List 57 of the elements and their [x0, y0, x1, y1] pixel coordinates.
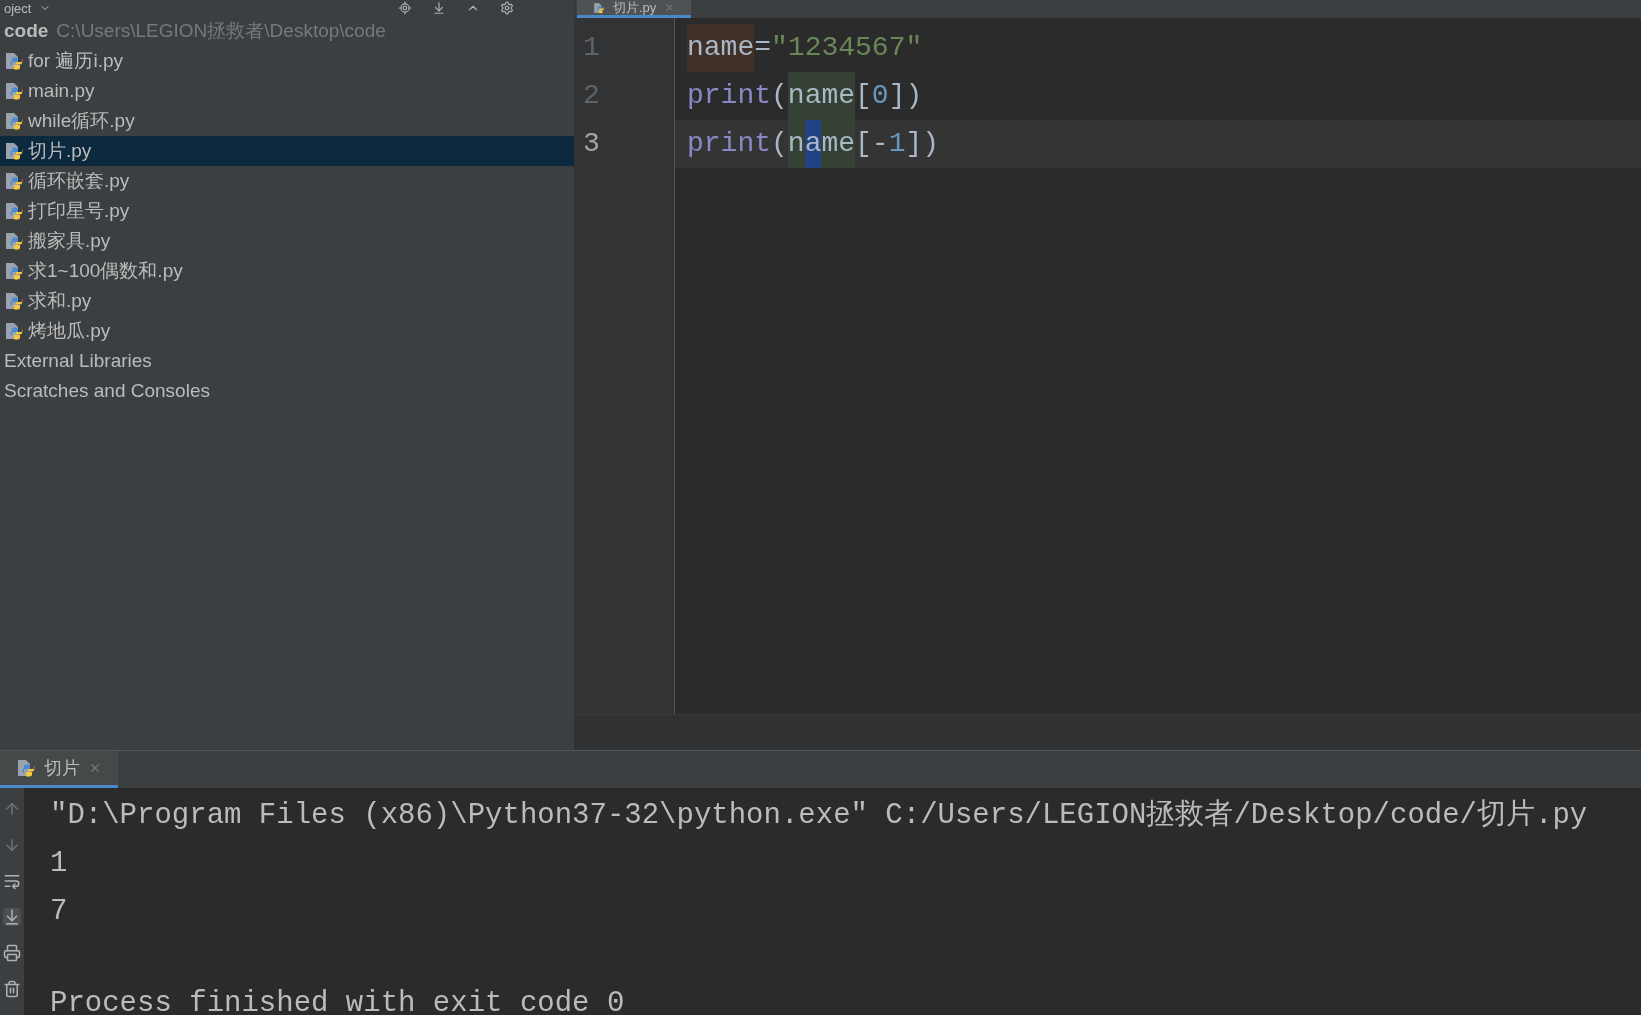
- editor-tab[interactable]: 切片.py: [577, 0, 692, 18]
- python-file-icon: [16, 758, 36, 778]
- tree-item[interactable]: 烤地瓜.py: [0, 316, 574, 346]
- code-token: =: [754, 31, 772, 65]
- trash-icon[interactable]: [3, 980, 21, 998]
- code-token: print: [687, 79, 771, 113]
- panel-title[interactable]: oject: [4, 1, 32, 15]
- python-file-icon: [4, 201, 24, 221]
- code-token: print: [687, 127, 771, 161]
- tree-item[interactable]: main.py: [0, 76, 574, 106]
- console-output-line: "D:\Program Files (x86)\Python37-32\python.exe" C:/Users/LEGION拯救者/Desktop/code/切片.py: [50, 799, 1588, 832]
- code-token: ]): [888, 79, 923, 113]
- python-file-icon: [4, 141, 24, 161]
- code-token: [: [855, 79, 872, 113]
- tree-item[interactable]: for 遍历i.py: [0, 46, 574, 76]
- expand-all-icon[interactable]: [432, 1, 446, 15]
- project-path: C:\Users\LEGION拯救者\Desktop\code: [56, 18, 386, 43]
- tree-item[interactable]: while循环.py: [0, 106, 574, 136]
- code-token: [-: [855, 127, 889, 161]
- code-token: (: [771, 79, 788, 113]
- project-root[interactable]: code: [4, 16, 49, 46]
- code-token: "1234567": [771, 31, 923, 65]
- exit-message: Process finished with exit code 0: [50, 987, 625, 1015]
- tree-item[interactable]: 求1~100偶数和.py: [0, 256, 574, 286]
- run-tab[interactable]: 切片: [0, 751, 118, 788]
- line-number: 3: [582, 127, 601, 161]
- python-file-icon: [4, 81, 24, 101]
- code-token: (: [771, 127, 788, 161]
- code-token: name: [687, 24, 755, 72]
- code-token: me: [821, 120, 856, 168]
- tree-item[interactable]: 搬家具.py: [0, 226, 574, 256]
- python-file-icon: [4, 321, 24, 341]
- tree-item[interactable]: 切片.py: [0, 136, 574, 166]
- print-icon[interactable]: [3, 944, 21, 962]
- python-file-icon: [4, 51, 24, 71]
- locate-icon[interactable]: [398, 1, 412, 15]
- scroll-to-end-icon[interactable]: [3, 908, 21, 926]
- code-token: 1: [888, 127, 906, 161]
- soft-wrap-icon[interactable]: [3, 872, 21, 890]
- settings-icon[interactable]: [500, 1, 514, 15]
- tree-item[interactable]: Scratches and Consoles: [0, 376, 574, 406]
- code-token: ]): [905, 127, 940, 161]
- python-file-icon: [593, 1, 605, 14]
- python-file-icon: [4, 291, 24, 311]
- tree-item[interactable]: 求和.py: [0, 286, 574, 316]
- python-file-icon: [4, 261, 24, 281]
- python-file-icon: [4, 171, 24, 191]
- code-token: n: [787, 120, 805, 168]
- python-file-icon: [4, 231, 24, 251]
- code-token: name: [787, 72, 856, 120]
- tree-item[interactable]: 循环嵌套.py: [0, 166, 574, 196]
- tree-item[interactable]: External Libraries: [0, 346, 574, 376]
- tree-item[interactable]: 打印星号.py: [0, 196, 574, 226]
- console-output-line: 1: [50, 847, 68, 880]
- python-file-icon: [4, 111, 24, 131]
- console-output-line: 7: [50, 895, 68, 928]
- code-token: 0: [871, 79, 889, 113]
